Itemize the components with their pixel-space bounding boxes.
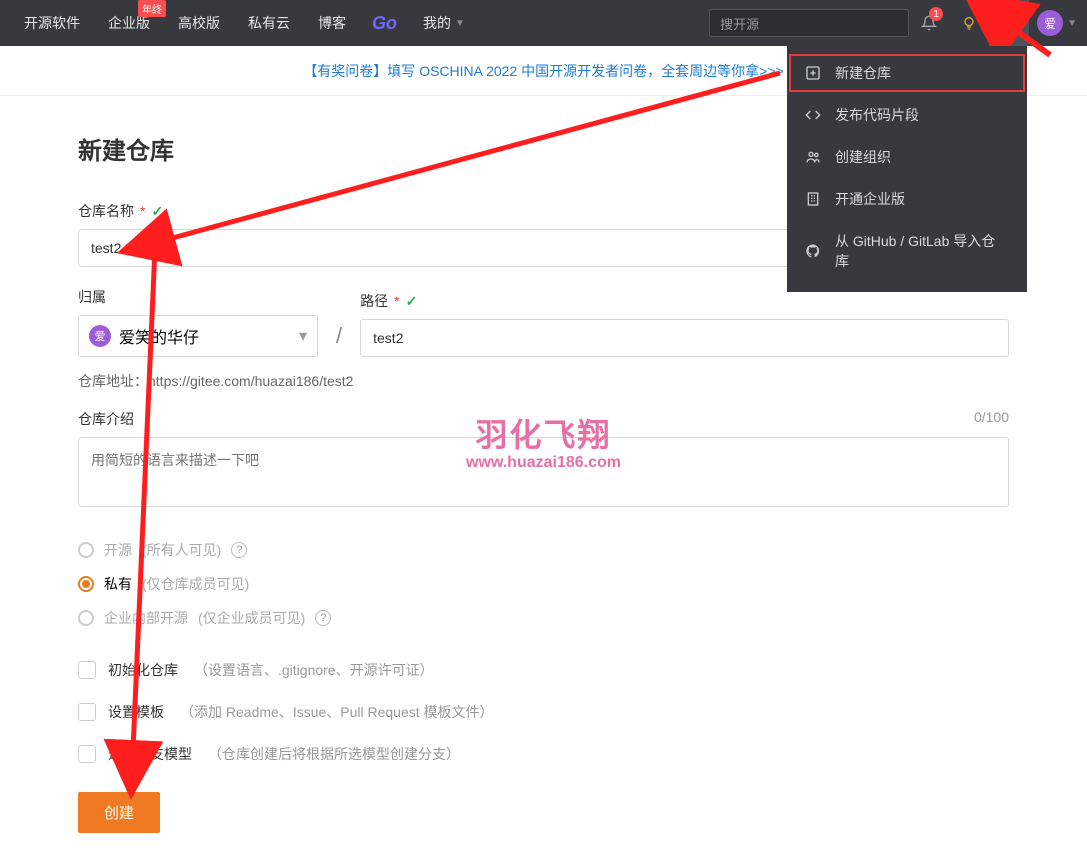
people-icon <box>805 149 821 165</box>
plus-box-icon <box>805 65 821 81</box>
notif-count: 1 <box>929 7 943 21</box>
required-star: * <box>394 293 399 309</box>
nav-edu[interactable]: 高校版 <box>164 0 234 46</box>
radio-private[interactable] <box>78 576 94 592</box>
nav-mine[interactable]: 我的 ▼ <box>409 0 479 46</box>
url-value: https://gitee.com/huazai186/test2 <box>148 373 353 389</box>
required-star: * <box>140 203 145 219</box>
dd-org[interactable]: 创建组织 <box>787 136 1027 178</box>
dd-org-label: 创建组织 <box>835 147 891 167</box>
owner-avatar: 爱 <box>89 325 111 347</box>
dd-new-repo-label: 新建仓库 <box>835 63 891 83</box>
help-icon[interactable]: ? <box>231 542 247 558</box>
path-slash: / <box>332 323 346 357</box>
repo-name-label: 仓库名称 <box>78 201 134 221</box>
check-icon: ✓ <box>406 293 418 310</box>
cb-init-hint: （设置语言、.gitignore、开源许可证） <box>194 660 434 680</box>
check-icon: ✓ <box>151 203 163 220</box>
page-title: 新建仓库 <box>78 131 174 166</box>
owner-value: 爱笑的华仔 <box>119 324 199 348</box>
building-icon <box>805 191 821 207</box>
create-button[interactable]: 创建 <box>78 792 160 833</box>
cb-branch[interactable] <box>78 745 96 763</box>
dd-import-label: 从 GitHub / GitLab 导入仓库 <box>835 231 1009 271</box>
cb-template-label: 设置模板 <box>108 702 164 722</box>
radio-open[interactable] <box>78 542 94 558</box>
url-prefix: 仓库地址： <box>78 373 148 389</box>
help-icon[interactable]: ? <box>315 610 331 626</box>
dd-enterprise-label: 开通企业版 <box>835 189 905 209</box>
radio-private-label: 私有 <box>104 574 132 594</box>
cb-branch-hint: （仓库创建后将根据所选模型创建分支） <box>208 744 460 764</box>
radio-private-hint: (仅仓库成员可见) <box>142 574 249 594</box>
github-icon <box>805 243 821 259</box>
banner-link[interactable]: 【有奖问卷】填写 OSCHINA 2022 中国开源开发者问卷，全套周边等你拿>… <box>303 61 783 81</box>
desc-label: 仓库介绍 <box>78 409 134 429</box>
cb-init-label: 初始化仓库 <box>108 660 178 680</box>
cb-branch-label: 选择分支模型 <box>108 744 192 764</box>
radio-open-label: 开源 <box>104 540 132 560</box>
chevron-down-icon: ▾ <box>299 326 307 346</box>
plus-dropdown: 新建仓库 发布代码片段 创建组织 开通企业版 从 GitHub / GitLab… <box>787 46 1027 292</box>
cb-init[interactable] <box>78 661 96 679</box>
cb-template-hint: （添加 Readme、Issue、Pull Request 模板文件） <box>180 702 494 722</box>
plus-menu-button[interactable] <box>989 0 1029 46</box>
cb-template[interactable] <box>78 703 96 721</box>
top-header: 开源软件 企业版 年终 高校版 私有云 博客 Go 我的 ▼ 搜开源 1 爱 ▼ <box>0 0 1087 46</box>
desc-textarea[interactable] <box>78 437 1009 507</box>
radio-internal-label: 企业内部开源 <box>104 608 188 628</box>
notification-icon[interactable]: 1 <box>909 0 949 46</box>
nav-mine-label: 我的 <box>423 13 451 33</box>
dd-import[interactable]: 从 GitHub / GitLab 导入仓库 <box>787 220 1027 282</box>
bulb-icon[interactable] <box>949 0 989 46</box>
dd-enterprise[interactable]: 开通企业版 <box>787 178 1027 220</box>
chevron-down-icon: ▼ <box>455 18 465 29</box>
radio-open-hint: (所有人可见) <box>142 540 221 560</box>
code-icon <box>805 107 821 123</box>
radio-internal[interactable] <box>78 610 94 626</box>
avatar-chevron-icon: ▼ <box>1067 18 1077 29</box>
dd-snippet[interactable]: 发布代码片段 <box>787 94 1027 136</box>
nav-opensource[interactable]: 开源软件 <box>10 0 94 46</box>
search-input[interactable]: 搜开源 <box>709 9 909 37</box>
nav-blog[interactable]: 博客 <box>304 0 360 46</box>
badge-promo: 年终 <box>138 0 166 17</box>
owner-label: 归属 <box>78 287 106 307</box>
desc-counter: 0/100 <box>974 409 1009 429</box>
nav-private-cloud[interactable]: 私有云 <box>234 0 304 46</box>
dd-new-repo[interactable]: 新建仓库 <box>787 52 1027 94</box>
radio-internal-hint: (仅企业成员可见) <box>198 608 305 628</box>
path-input[interactable] <box>360 319 1009 357</box>
dd-snippet-label: 发布代码片段 <box>835 105 919 125</box>
go-logo[interactable]: Go <box>360 13 409 34</box>
nav-enterprise[interactable]: 企业版 年终 <box>94 0 164 46</box>
owner-select[interactable]: 爱 爱笑的华仔 ▾ <box>78 315 318 357</box>
user-avatar[interactable]: 爱 <box>1037 10 1063 36</box>
path-label: 路径 <box>360 291 388 311</box>
